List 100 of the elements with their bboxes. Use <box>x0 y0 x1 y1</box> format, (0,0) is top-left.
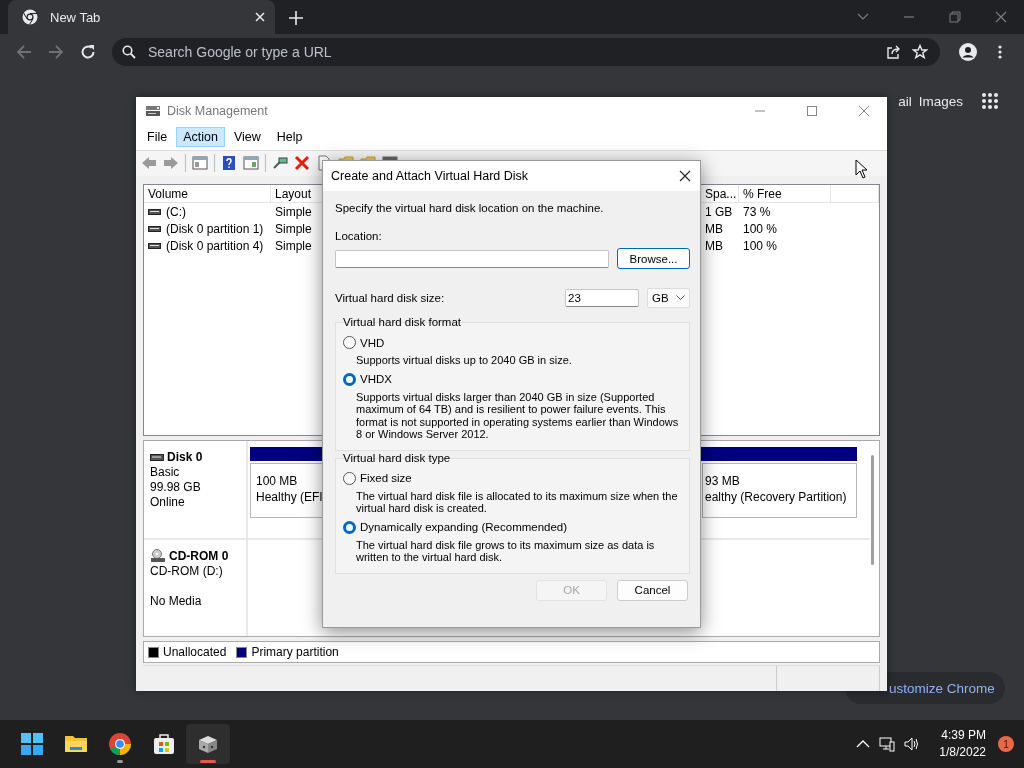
unit-dropdown[interactable]: GB <box>647 288 690 308</box>
close-icon <box>995 11 1007 23</box>
new-tab-button[interactable] <box>289 11 303 25</box>
close-icon <box>255 12 265 22</box>
table-cell: (C:) <box>166 204 186 219</box>
option-description: Supports virtual disks larger than 2040 GB in size (Supported maximum of 64 TB) and is resilient to power failure events. This format is not supported in operating systems earlier than Windows 8 or Windows Server 2012. <box>355 390 680 441</box>
disk-label-panel[interactable]: Disk 0 Basic 99.98 GB Online <box>144 441 246 538</box>
radio-button[interactable] <box>343 336 356 349</box>
close-tab-button[interactable] <box>255 12 265 22</box>
shopping-bag-icon <box>152 732 176 756</box>
clock-time: 4:39 PM <box>941 727 986 744</box>
dialog-title: Create and Attach Virtual Hard Disk <box>331 169 530 183</box>
column-header[interactable]: % Free <box>739 185 831 203</box>
drive-icon <box>148 241 161 250</box>
instruction-text: Specify the virtual hard disk location on the machine. <box>335 202 605 214</box>
field-label: Location: <box>335 230 383 242</box>
network-button[interactable] <box>879 736 896 752</box>
menu-item[interactable]: View <box>226 127 268 148</box>
legend-label: Primary partition <box>251 645 339 659</box>
close-icon <box>679 170 691 182</box>
close-icon <box>859 106 869 116</box>
star-icon[interactable] <box>912 44 928 60</box>
plus-icon <box>289 11 303 25</box>
panel-icon[interactable] <box>192 155 208 172</box>
restore-icon <box>949 11 961 23</box>
chevron-down-icon <box>676 295 685 301</box>
location-field[interactable] <box>335 249 609 268</box>
partition-size: 93 MB <box>705 473 740 489</box>
disk-type: CD-ROM (D:) <box>150 563 224 579</box>
apps-button[interactable] <box>981 92 999 110</box>
table-cell: (Disk 0 partition 4) <box>166 238 264 253</box>
speaker-icon <box>903 736 920 752</box>
disk-name: Disk 0 <box>167 450 203 465</box>
size-field[interactable]: 23 <box>565 289 639 307</box>
radio-button[interactable] <box>343 372 356 386</box>
group-label: Virtual hard disk type <box>343 451 452 465</box>
drive-icon <box>150 453 164 462</box>
legend-label: Unallocated <box>163 645 227 659</box>
option-description: The virtual hard disk file grows to its maximum size as data is written to the virtual hard disk. <box>355 538 656 564</box>
option-description: Supports virtual disks up to 2040 GB in size. <box>355 354 573 367</box>
chrome-logo-icon <box>108 732 132 756</box>
table-cell-text: 100 % <box>742 220 779 237</box>
disk-status: Online <box>150 495 186 510</box>
reload-icon <box>80 44 96 60</box>
maximize-icon <box>807 106 817 116</box>
table-cell-text: MB <box>704 237 724 254</box>
table-cell-text: 1 GB <box>704 203 734 220</box>
address-bar[interactable]: Search Google or type a URL <box>112 38 940 66</box>
images-link[interactable]: Images <box>918 93 963 109</box>
browse-button[interactable]: Browse... <box>617 248 690 269</box>
clock-date: 1/8/2022 <box>939 744 986 761</box>
menu-item[interactable]: File <box>140 127 175 148</box>
partition-status: Healthy (EFI <box>256 489 323 505</box>
disk-name: CD-ROM 0 <box>169 548 229 564</box>
menu-item[interactable]: Help <box>269 127 310 148</box>
disk-type: Basic <box>150 465 181 480</box>
partition-box[interactable]: 93 MB ealthy (Recovery Partition) <box>702 463 857 518</box>
menu-item[interactable]: Action <box>176 127 225 148</box>
table-cell: (Disk 0 partition 1) <box>166 221 264 236</box>
notification-badge[interactable]: 1 <box>998 736 1014 752</box>
browser-tab[interactable]: New Tab <box>8 0 275 34</box>
windows-logo-icon <box>20 732 44 756</box>
taskbar-button[interactable] <box>186 724 230 764</box>
help-icon[interactable] <box>221 155 237 172</box>
column-header[interactable]: Volume <box>144 185 271 203</box>
optical-drive-icon <box>150 549 166 563</box>
cancel-button[interactable]: Cancel <box>617 579 688 601</box>
radio-label[interactable]: Fixed size <box>360 472 412 484</box>
back-arrow-icon[interactable] <box>141 155 157 172</box>
forward-arrow-icon[interactable] <box>163 155 179 172</box>
person-icon <box>959 43 977 61</box>
network-icon <box>879 736 896 752</box>
window-title: Disk Management <box>167 104 269 118</box>
chrome-logo-icon <box>22 9 38 25</box>
table-cell-text: 73 % <box>742 203 772 220</box>
drive-icon <box>148 207 161 216</box>
share-icon[interactable] <box>886 44 902 60</box>
scrollbar-thumb[interactable] <box>871 455 874 565</box>
group-label: Virtual hard disk format <box>343 316 463 329</box>
panel-icon[interactable] <box>243 155 259 172</box>
radio-label[interactable]: VHDX <box>360 373 392 385</box>
disk-status: No Media <box>150 593 203 609</box>
clock-button[interactable]: 4:39 PM 1/8/2022 <box>939 727 986 761</box>
drive-icon <box>148 224 161 233</box>
radio-button[interactable] <box>343 520 356 534</box>
mail-link[interactable]: ail <box>898 93 912 109</box>
radio-label[interactable]: Dynamically expanding (Recommended) <box>360 521 568 533</box>
arrow-left-icon <box>16 44 32 60</box>
delete-icon[interactable] <box>294 155 310 172</box>
partition-status: ealthy (Recovery Partition) <box>705 489 847 505</box>
radio-label[interactable]: VHD <box>360 336 385 349</box>
disk-size: 99.98 GB <box>150 480 202 495</box>
arrow-right-icon <box>48 44 64 60</box>
volume-button[interactable] <box>903 736 920 752</box>
option-description: The virtual hard disk file is allocated to its maximum size when the virtual hard disk is created. <box>355 489 679 515</box>
disk-management-icon <box>145 104 161 118</box>
radio-button[interactable] <box>343 471 356 485</box>
field-label: Virtual hard disk size: <box>335 292 446 304</box>
disk-label-panel[interactable]: CD-ROM 0 CD-ROM (D:) No Media <box>144 539 246 636</box>
grid-icon <box>981 92 999 110</box>
